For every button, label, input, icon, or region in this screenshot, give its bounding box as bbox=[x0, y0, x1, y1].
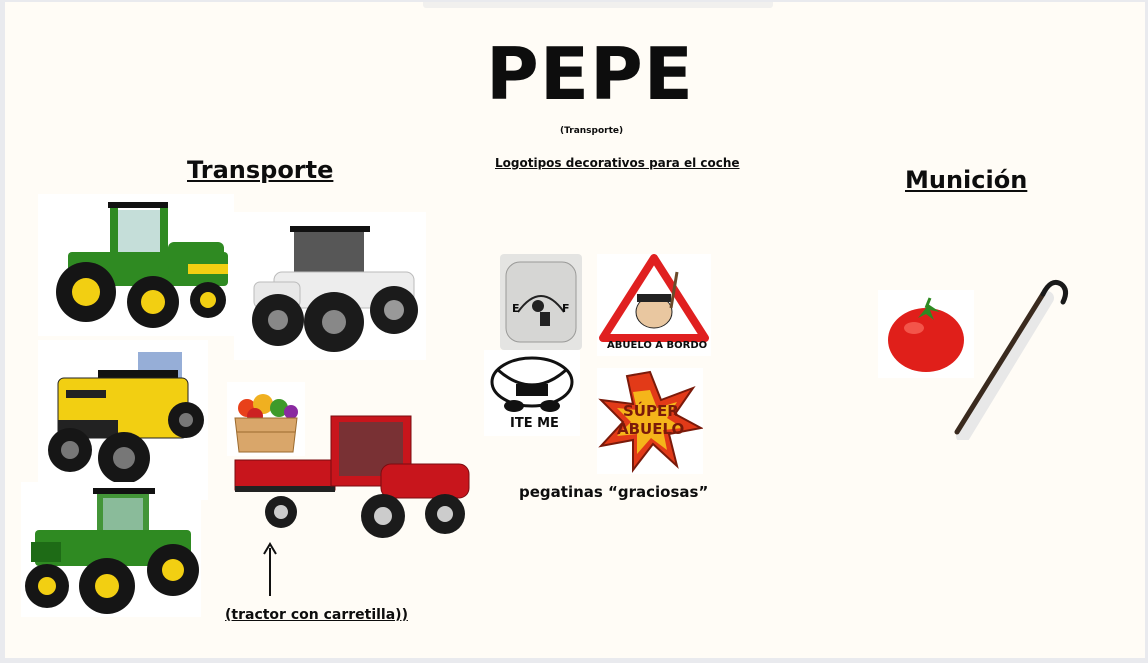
trailer-caption: (tractor con carretilla)) bbox=[225, 607, 408, 623]
red-tractor-trailer-image[interactable] bbox=[231, 406, 477, 542]
fuel-empty-label: E bbox=[512, 302, 520, 315]
super-abuelo-sticker[interactable]: SÚPER ABUELO bbox=[597, 368, 703, 474]
walking-cane-image[interactable] bbox=[935, 274, 1075, 440]
page-title: PEPE bbox=[486, 32, 694, 116]
ite-me-text: ITE ME bbox=[510, 416, 559, 431]
abuelo-a-bordo-sticker[interactable]: ABUELO A BORDO bbox=[597, 254, 711, 356]
slide-canvas: PEPE (Transporte) Transporte Logotipos d… bbox=[5, 2, 1145, 658]
green-tractor-image-2[interactable] bbox=[21, 482, 201, 617]
logos-heading: Logotipos decorativos para el coche bbox=[495, 156, 740, 170]
top-toolbar-strip bbox=[423, 2, 773, 8]
green-tractor-image-1[interactable] bbox=[38, 194, 234, 336]
stickers-caption: pegatinas “graciosas” bbox=[519, 483, 709, 501]
fuel-gauge-sticker[interactable]: E F bbox=[500, 254, 582, 350]
super-abuelo-line2: ABUELO bbox=[617, 420, 685, 438]
fuel-full-label: F bbox=[562, 302, 570, 315]
ite-me-sticker[interactable]: ITE ME bbox=[484, 350, 580, 436]
up-arrow-icon bbox=[263, 542, 277, 596]
yellow-tractor-image[interactable] bbox=[38, 340, 208, 500]
transport-heading: Transporte bbox=[187, 156, 334, 184]
super-abuelo-line1: SÚPER bbox=[623, 402, 679, 420]
abuelo-a-bordo-text: ABUELO A BORDO bbox=[607, 340, 708, 351]
white-tractor-image[interactable] bbox=[234, 212, 426, 360]
ammo-heading: Munición bbox=[905, 166, 1028, 194]
page-subtitle: (Transporte) bbox=[560, 126, 624, 136]
